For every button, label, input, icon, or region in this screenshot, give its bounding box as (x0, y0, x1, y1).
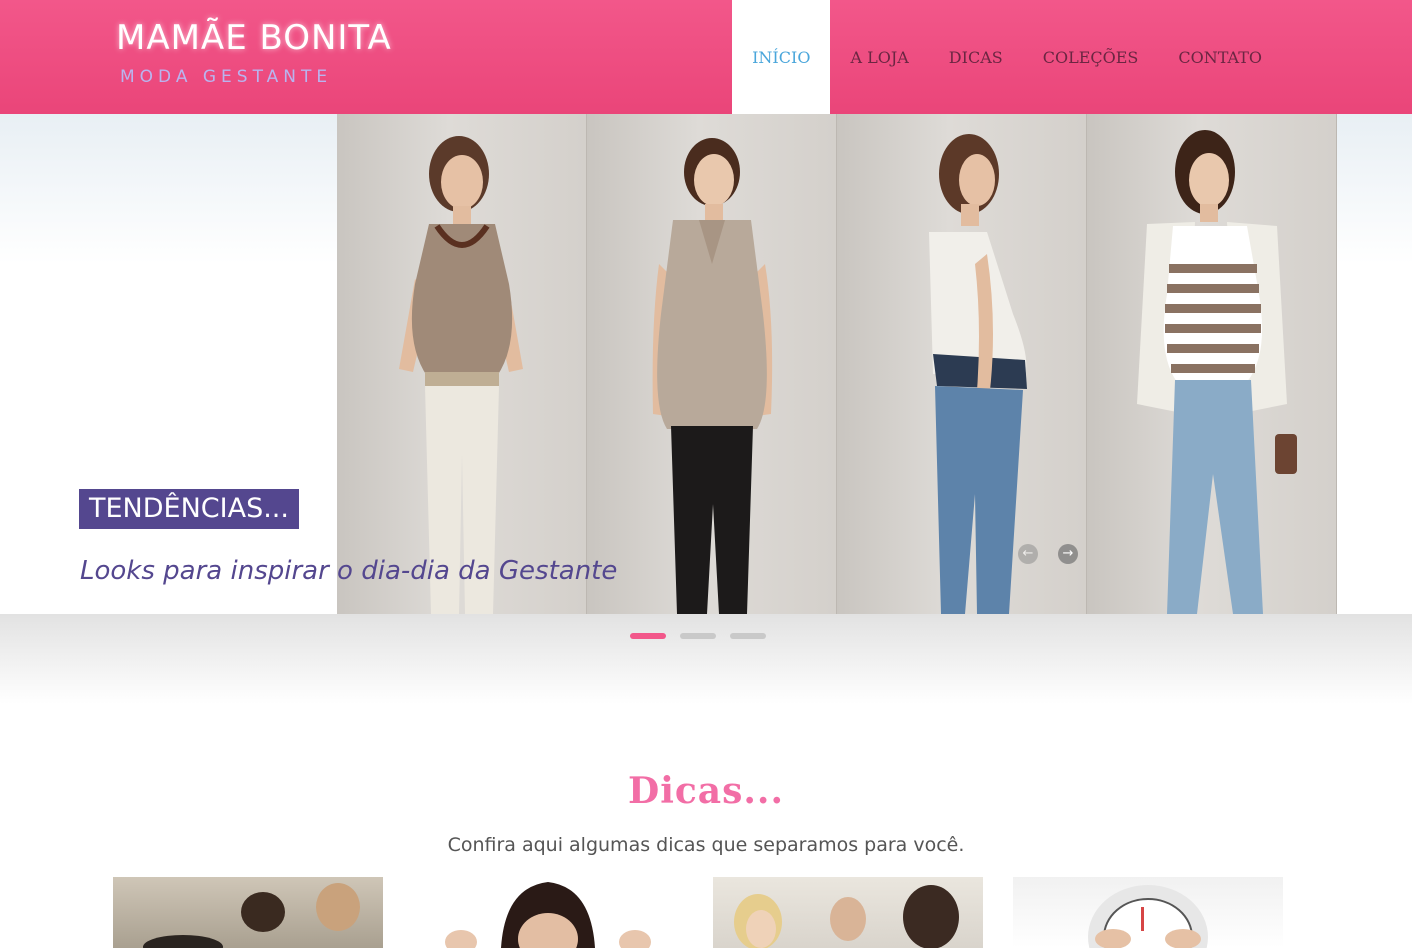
main-nav: INÍCIO A LOJA DICAS COLEÇÕES CONTATO (732, 0, 1282, 114)
model-figure-3 (929, 134, 1027, 614)
nav-item-a-loja[interactable]: A LOJA (830, 0, 928, 114)
arrow-left-icon[interactable]: ← (1018, 544, 1038, 564)
section-title: Dicas... (627, 770, 784, 812)
slider-dot-2[interactable] (680, 633, 716, 639)
slide-caption: Looks para inspirar o dia-dia da Gestant… (80, 556, 618, 586)
dica-card-1[interactable] (113, 877, 383, 948)
dica-image-4 (1088, 885, 1208, 948)
nav-item-dicas[interactable]: DICAS (929, 0, 1023, 114)
model-figure-1 (399, 136, 523, 614)
model-photo-1 (337, 114, 587, 614)
dica-image-3 (734, 885, 959, 948)
logo-title: MAMÃE BONITA (116, 18, 392, 58)
dica-image-2 (445, 882, 651, 948)
dica-card-2[interactable] (413, 877, 683, 948)
slider-pagination (630, 633, 766, 639)
dicas-cards (113, 877, 1283, 948)
dica-image-1 (143, 883, 360, 948)
slide-tag: TENDÊNCIAS... (79, 489, 299, 529)
model-photo-3 (837, 114, 1087, 614)
model-photo-4 (1087, 114, 1337, 614)
section-subtitle: Confira aqui algumas dicas que separamos… (447, 834, 965, 856)
logo[interactable]: MAMÃE BONITA MODA GESTANTE (116, 18, 391, 94)
nav-item-colecoes[interactable]: COLEÇÕES (1023, 0, 1159, 114)
nav-item-contato[interactable]: CONTATO (1158, 0, 1282, 114)
slider-dot-3[interactable] (730, 633, 766, 639)
hero-slider: TENDÊNCIAS... Looks para inspirar o dia-… (0, 114, 1412, 614)
site-header: MAMÃE BONITA MODA GESTANTE INÍCIO A LOJA… (0, 0, 1412, 114)
dica-card-3[interactable] (713, 877, 983, 948)
model-figure-2 (652, 138, 773, 614)
arrow-right-icon[interactable]: → (1058, 544, 1078, 564)
hero-shadow (0, 614, 1412, 704)
logo-subtitle: MODA GESTANTE (120, 67, 333, 87)
model-photo-2 (587, 114, 837, 614)
dica-card-4[interactable] (1013, 877, 1283, 948)
model-figure-4 (1137, 130, 1297, 614)
slide-image (337, 114, 1337, 614)
nav-item-inicio[interactable]: INÍCIO (732, 0, 831, 114)
slider-dot-1[interactable] (630, 633, 666, 639)
